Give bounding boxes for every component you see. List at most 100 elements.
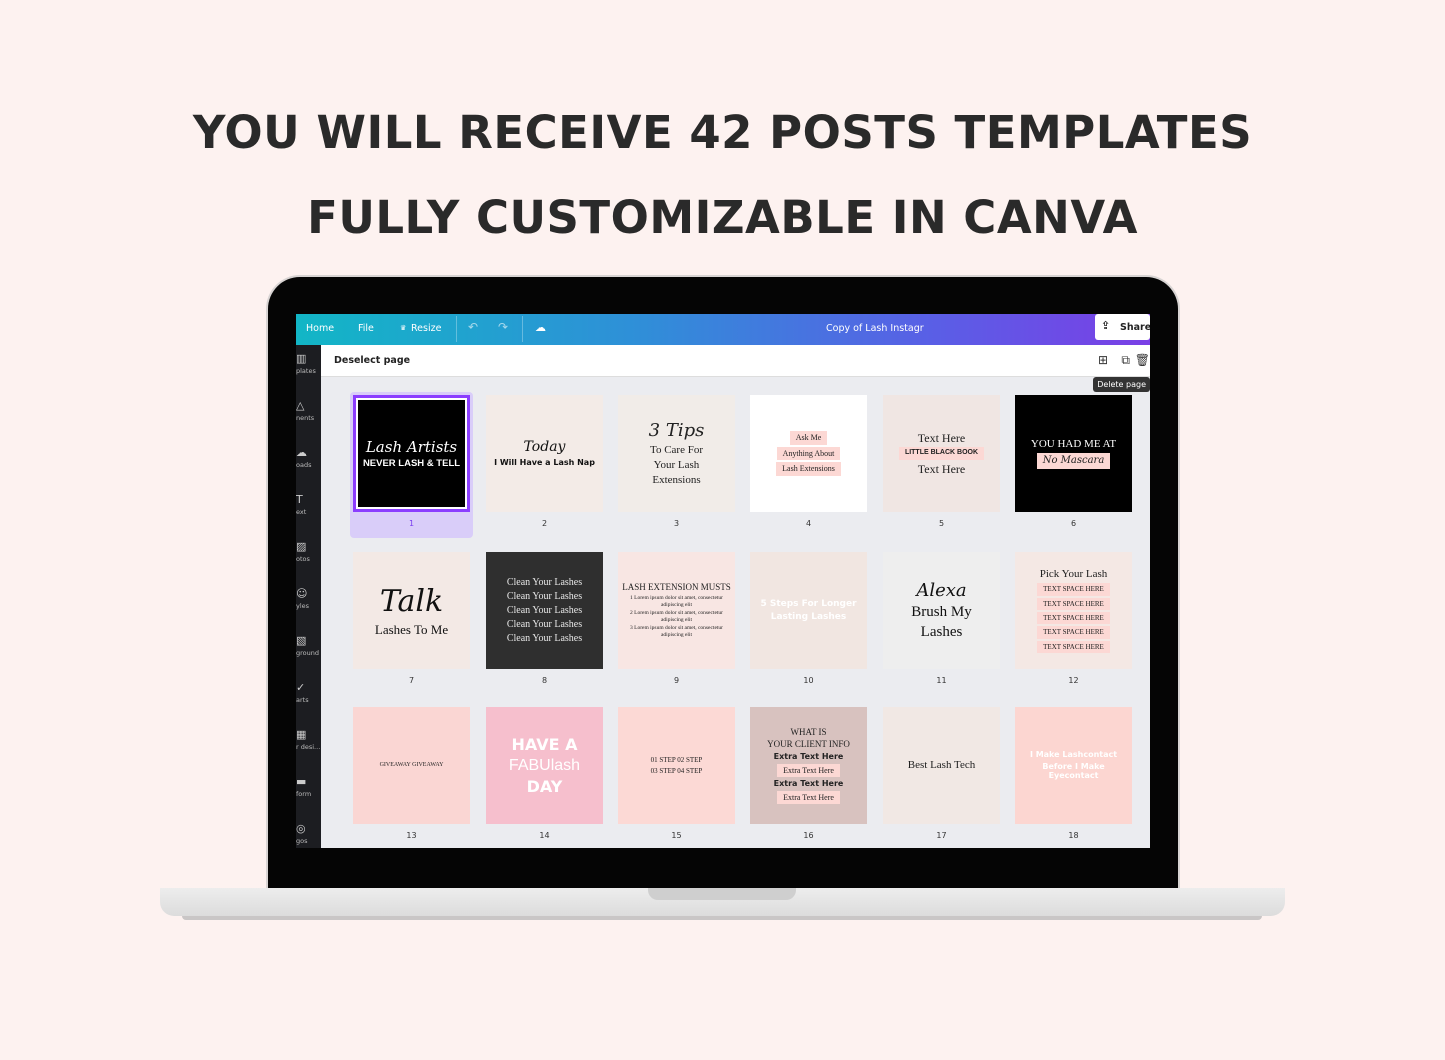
duplicate-page-icon[interactable]: ⧉ bbox=[1121, 353, 1130, 368]
page-thumbnail-17[interactable]: Best Lash Tech 17 bbox=[880, 704, 1003, 848]
sidebar-item-oads[interactable]: ☁ oads bbox=[296, 446, 321, 470]
template-text: TEXT SPACE HERE bbox=[1037, 626, 1110, 639]
add-page-icon[interactable]: ⊞ bbox=[1098, 353, 1108, 367]
sidebar: ▥ plates △ nents ☁ oads Text ▨ otos ☺ yles ▧ ground ✓… bbox=[296, 345, 321, 848]
sidebar-icon: △ bbox=[296, 399, 305, 412]
template-text: Extra Text Here bbox=[777, 763, 840, 778]
template-text: Before I Make Eyecontact bbox=[1042, 761, 1105, 781]
canva-editor: Home File ♛ Resize ↶ ↷ ☁ Copy of Lash In… bbox=[296, 314, 1150, 848]
page-preview[interactable]: 5 Steps For Longer Lasting Lashes bbox=[750, 552, 867, 669]
sidebar-item-label: yles bbox=[296, 602, 310, 610]
file-menu[interactable]: File bbox=[358, 323, 374, 334]
template-text: Clean Your Lashes bbox=[506, 618, 583, 630]
template-text: Alexa bbox=[916, 579, 967, 601]
template-text: Lasting Lashes bbox=[770, 611, 847, 622]
sidebar-item-nents[interactable]: △ nents bbox=[296, 399, 321, 423]
page-thumbnail-1[interactable]: Lash Artists NEVER LASH & TELL 1 bbox=[350, 392, 473, 538]
page-number: 7 bbox=[408, 676, 415, 685]
page-thumbnail-5[interactable]: Text Here LITTLE BLACK BOOK Text Here 5 bbox=[880, 392, 1003, 538]
deselect-page-button[interactable]: Deselect page bbox=[334, 355, 410, 366]
sidebar-item-ext[interactable]: Text bbox=[296, 494, 321, 517]
template-text: Lashes bbox=[920, 624, 963, 641]
page-number: 18 bbox=[1068, 831, 1079, 840]
page-thumbnail-11[interactable]: Alexa Brush My Lashes 11 bbox=[880, 549, 1003, 695]
page-preview[interactable]: 3 Tips To Care For Your Lash Extensions bbox=[618, 395, 735, 512]
page-preview[interactable]: Best Lash Tech bbox=[883, 707, 1000, 824]
document-title[interactable]: Copy of Lash Instagr bbox=[826, 323, 924, 334]
page-thumbnail-10[interactable]: 5 Steps For Longer Lasting Lashes 10 bbox=[747, 549, 870, 695]
template-text: Clean Your Lashes bbox=[506, 604, 583, 616]
page-preview[interactable]: Ask Me Anything About Lash Extensions bbox=[750, 395, 867, 512]
template-text: 5 Steps For Longer bbox=[760, 598, 857, 609]
crown-icon: ♛ bbox=[400, 324, 407, 332]
template-text: TEXT SPACE HERE bbox=[1037, 611, 1110, 625]
page-thumbnail-12[interactable]: Pick Your Lash TEXT SPACE HERE TEXT SPACE … bbox=[1012, 549, 1135, 695]
page-preview[interactable]: Talk Lashes To Me bbox=[353, 552, 470, 669]
template-text: NEVER LASH & TELL bbox=[362, 457, 461, 469]
page-thumbnail-2[interactable]: Today I Will Have a Lash Nap 2 bbox=[483, 392, 606, 538]
page-thumbnail-3[interactable]: 3 Tips To Care For Your Lash Extensions 3 bbox=[615, 392, 738, 538]
sidebar-item-rdesi[interactable]: ▦ r desi... bbox=[296, 729, 321, 752]
page-preview[interactable]: GIVEAWAY GIVEAWAY bbox=[353, 707, 470, 824]
sidebar-item-gos[interactable]: ◎ gos bbox=[296, 822, 321, 846]
sidebar-item-label: gos bbox=[296, 837, 308, 845]
template-text: Clean Your Lashes bbox=[506, 576, 583, 588]
page-thumbnail-8[interactable]: Clean Your Lashes Clean Your Lashes Clean … bbox=[483, 549, 606, 695]
page-preview[interactable]: Clean Your Lashes Clean Your Lashes Clean … bbox=[486, 552, 603, 669]
undo-icon[interactable]: ↶ bbox=[468, 320, 478, 334]
top-bar: Home File ♛ Resize ↶ ↷ ☁ Copy of Lash In… bbox=[296, 314, 1150, 345]
template-text: GIVEAWAY GIVEAWAY bbox=[379, 761, 444, 768]
sidebar-item-yles[interactable]: ☺ yles bbox=[296, 587, 321, 611]
page-thumbnail-4[interactable]: Ask Me Anything About Lash Extensions 4 bbox=[747, 392, 870, 538]
sidebar-icon: ◎ bbox=[296, 822, 306, 835]
template-text: Ask Me bbox=[789, 431, 828, 445]
page-preview[interactable]: HAVE A FABUlash DAY bbox=[486, 707, 603, 824]
page-number: 1 bbox=[408, 519, 415, 528]
template-text: Text Here bbox=[917, 430, 966, 445]
sidebar-item-otos[interactable]: ▨ otos bbox=[296, 540, 321, 564]
page-preview[interactable]: WHAT IS YOUR CLIENT INFO Extra Text Here Ex… bbox=[750, 707, 867, 824]
sidebar-icon: ☁ bbox=[296, 446, 307, 459]
page-thumbnail-9[interactable]: LASH EXTENSION MUSTS 1 Lorem ipsum dolor … bbox=[615, 549, 738, 695]
page-thumbnail-18[interactable]: I Make Lashcontact Before I Make Eyeconta… bbox=[1012, 704, 1135, 848]
page-preview[interactable]: YOU HAD ME AT No Mascara bbox=[1015, 395, 1132, 512]
sidebar-item-plates[interactable]: ▥ plates bbox=[296, 352, 321, 376]
template-text: TEXT SPACE HERE bbox=[1037, 583, 1110, 596]
page-thumbnail-16[interactable]: WHAT IS YOUR CLIENT INFO Extra Text Here Ex… bbox=[747, 704, 870, 848]
sidebar-item-label: arts bbox=[296, 696, 309, 704]
page-preview[interactable]: Pick Your Lash TEXT SPACE HERE TEXT SPACE … bbox=[1015, 552, 1132, 669]
share-button[interactable]: ⇪ Share bbox=[1095, 314, 1150, 340]
page-thumbnail-15[interactable]: 01 STEP 02 STEP 03 STEP 04 STEP 15 bbox=[615, 704, 738, 848]
template-text: YOU HAD ME AT bbox=[1030, 437, 1117, 450]
page-preview[interactable]: LASH EXTENSION MUSTS 1 Lorem ipsum dolor … bbox=[618, 552, 735, 669]
sidebar-icon: ▥ bbox=[296, 352, 307, 365]
page-preview[interactable]: I Make Lashcontact Before I Make Eyeconta… bbox=[1015, 707, 1132, 824]
page-preview[interactable]: Lash Artists NEVER LASH & TELL bbox=[353, 395, 470, 512]
sidebar-item-label: ground bbox=[296, 649, 319, 657]
resize-button[interactable]: Resize bbox=[411, 323, 441, 334]
laptop-shadow bbox=[182, 916, 1262, 920]
page-thumbnail-7[interactable]: Talk Lashes To Me 7 bbox=[350, 549, 473, 695]
trash-icon[interactable]: 🗑 bbox=[1135, 353, 1150, 367]
page-number: 8 bbox=[541, 676, 548, 685]
sidebar-item-form[interactable]: ▬ form bbox=[296, 776, 321, 799]
template-text: Clean Your Lashes bbox=[506, 632, 583, 644]
sidebar-icon: ☺ bbox=[296, 587, 308, 600]
page-number: 4 bbox=[805, 519, 812, 528]
redo-icon[interactable]: ↷ bbox=[498, 320, 508, 334]
template-text: LASH EXTENSION MUSTS bbox=[622, 582, 731, 593]
page-preview[interactable]: Alexa Brush My Lashes bbox=[883, 552, 1000, 669]
page-thumbnail-13[interactable]: GIVEAWAY GIVEAWAY 13 bbox=[350, 704, 473, 848]
page-preview[interactable]: Today I Will Have a Lash Nap bbox=[486, 395, 603, 512]
page-preview[interactable]: Text Here LITTLE BLACK BOOK Text Here bbox=[883, 395, 1000, 512]
page-preview[interactable]: 01 STEP 02 STEP 03 STEP 04 STEP bbox=[618, 707, 735, 824]
cloud-check-icon[interactable]: ☁ bbox=[535, 321, 546, 334]
sidebar-icon: ▨ bbox=[296, 540, 307, 553]
page-thumbnail-14[interactable]: HAVE A FABUlash DAY 14 bbox=[483, 704, 606, 848]
sidebar-item-arts[interactable]: ✓ arts bbox=[296, 682, 321, 705]
template-text: WHAT IS bbox=[790, 726, 827, 737]
page-thumbnail-6[interactable]: YOU HAD ME AT No Mascara 6 bbox=[1012, 392, 1135, 538]
template-text: Today bbox=[523, 439, 566, 456]
sidebar-item-ground[interactable]: ▧ ground bbox=[296, 635, 321, 658]
home-button[interactable]: Home bbox=[306, 323, 334, 334]
